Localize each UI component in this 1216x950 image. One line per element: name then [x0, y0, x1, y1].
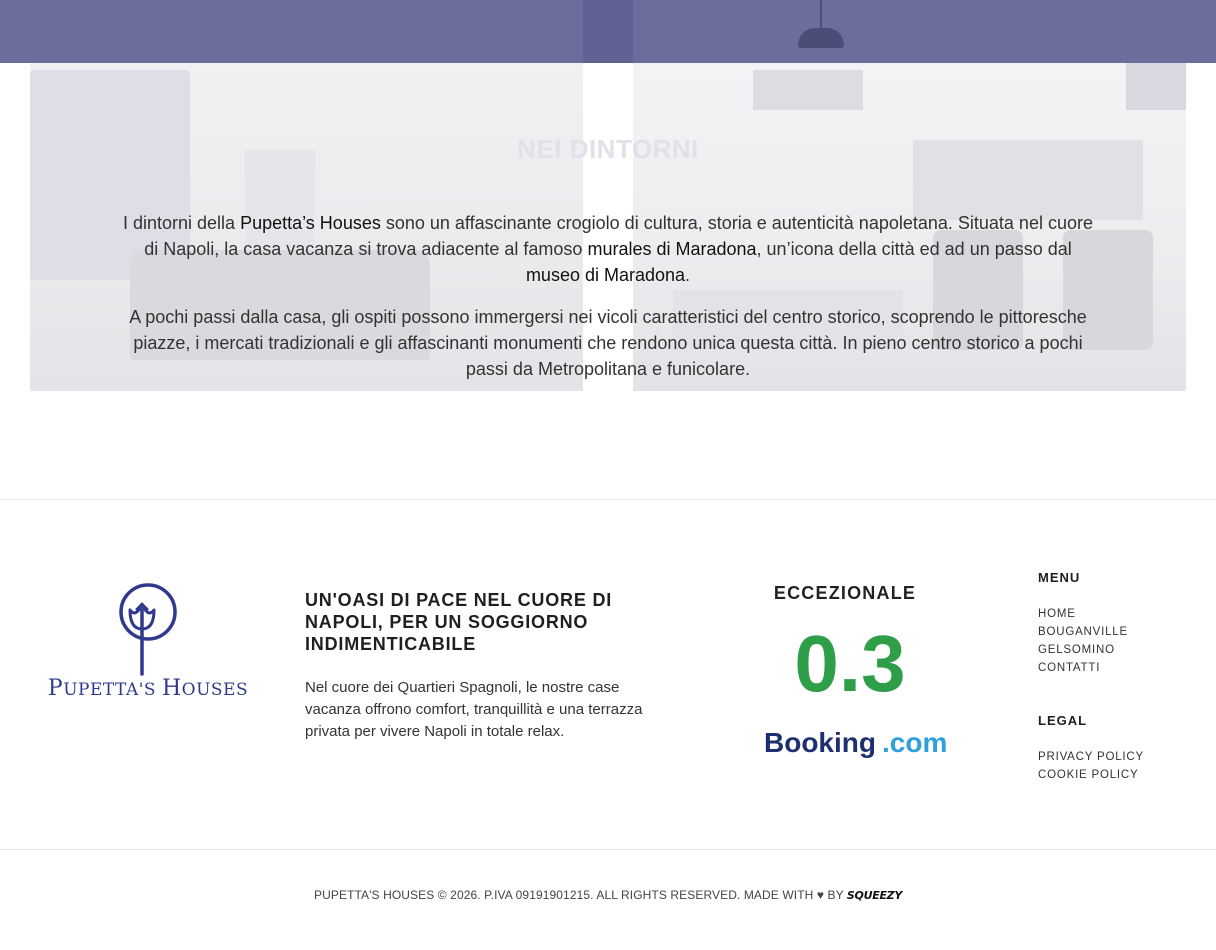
- legal-item-privacy-policy[interactable]: PRIVACY POLICY: [1038, 748, 1198, 766]
- menu-item-home[interactable]: HOME: [1038, 605, 1198, 623]
- footer-divider: [0, 499, 1216, 500]
- tulip-icon: [119, 583, 177, 676]
- copyright-text: PUPETTA'S HOUSES © 2026. P.IVA 091919012…: [314, 888, 847, 902]
- museo-highlight: museo di Maradona: [525, 265, 686, 285]
- legal-item-cookie-policy[interactable]: COOKIE POLICY: [1038, 766, 1198, 784]
- rating-label: ECCEZIONALE: [773, 583, 917, 603]
- section-paragraph-2: A pochi passi dalla casa, gli ospiti pos…: [129, 307, 1087, 379]
- menu-item-contatti[interactable]: CONTATTI: [1038, 659, 1198, 677]
- footer-menu: MENU HOME BOUGANVILLE GELSOMINO CONTATTI…: [1038, 570, 1198, 784]
- squeezy-credit-link[interactable]: SQUEEZY: [847, 889, 902, 902]
- logo-wordmark: PUPETTA'S HOUSES: [47, 676, 249, 701]
- footer-description: Nel cuore dei Quartieri Spagnoli, le nos…: [305, 679, 643, 740]
- copyright-divider: [0, 849, 1216, 850]
- murales-highlight: murales di Maradona: [587, 239, 757, 259]
- top-navigation-bar: [0, 0, 1216, 63]
- legal-list: PRIVACY POLICY COOKIE POLICY: [1038, 748, 1198, 784]
- menu-item-gelsomino[interactable]: GELSOMINO: [1038, 641, 1198, 659]
- footer-tagline: UN'OASI DI PACE NEL CUORE DI NAPOLI, PER…: [305, 590, 613, 654]
- menu-list: HOME BOUGANVILLE GELSOMINO CONTATTI: [1038, 605, 1198, 677]
- menu-item-bouganville[interactable]: BOUGANVILLE: [1038, 623, 1198, 641]
- legal-heading: LEGAL: [1038, 713, 1088, 728]
- pupettas-houses-logo[interactable]: PUPETTA'S HOUSES: [26, 580, 270, 701]
- section-title: NEI DINTORNI: [517, 134, 699, 164]
- copyright-bar: PUPETTA'S HOUSES © 2026. P.IVA 091919012…: [0, 888, 1216, 902]
- menu-heading: MENU: [1038, 570, 1081, 585]
- section-paragraph-1: I dintorni della Pupetta’s Houses sono u…: [123, 213, 1093, 285]
- rating-score: 0.3: [794, 619, 906, 708]
- brand-name: Pupetta’s Houses: [240, 213, 381, 233]
- booking-com-logo[interactable]: Booking .com: [764, 727, 964, 759]
